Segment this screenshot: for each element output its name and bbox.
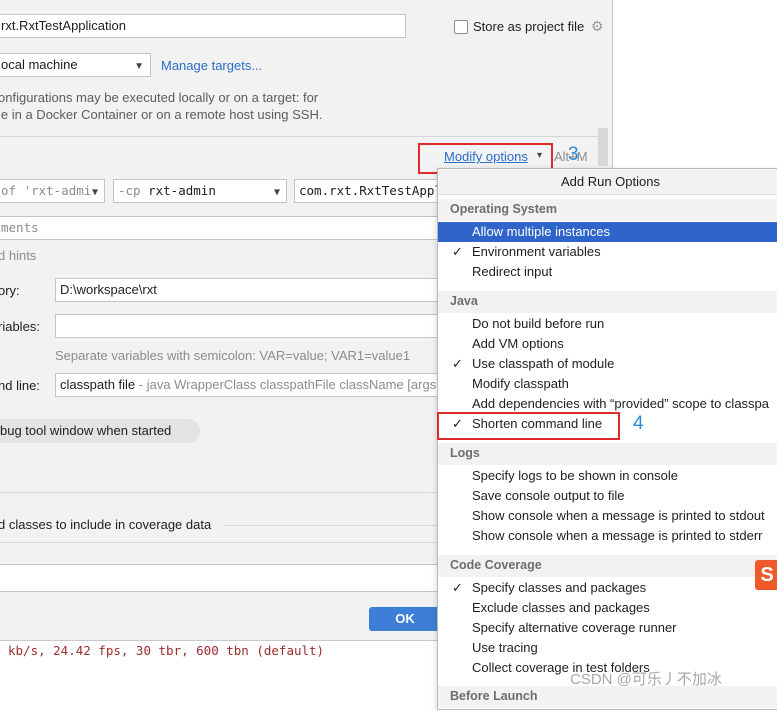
menu-item-label: Save console output to file [472, 488, 625, 503]
menu-item-label: Allow multiple instances [472, 224, 611, 239]
menu-item-label: Show console when a message is printed t… [472, 528, 763, 543]
store-as-project-file-label: Store as project file [473, 19, 585, 34]
shorten-command-line-select[interactable]: classpath file - java WrapperClass class… [55, 373, 441, 397]
menu-item-alternative-runner[interactable]: Specify alternative coverage runner [438, 618, 777, 638]
menu-item-show-console-stderr[interactable]: Show console when a message is printed t… [438, 526, 777, 546]
annotation-number-3: 3 [568, 144, 579, 165]
checkmark-icon: ✓ [452, 580, 463, 595]
cp-flag: -cp [118, 183, 141, 198]
menu-item-label: Specify classes and packages [472, 580, 647, 595]
run-on-value: ocal machine [1, 57, 78, 72]
name-input[interactable]: rxt.RxtTestApplication [0, 14, 406, 38]
program-arguments-placeholder: ments [1, 220, 39, 235]
environment-variables-input[interactable] [55, 314, 441, 338]
menu-item-label: Redirect input [472, 264, 553, 279]
menu-item-modify-classpath[interactable]: Modify classpath [438, 374, 777, 394]
section-title: Before Launch [450, 689, 538, 703]
debug-tool-window-chip[interactable]: bug tool window when started [0, 419, 200, 443]
menu-item-redirect-input[interactable]: Redirect input [438, 262, 777, 282]
module-classpath-select[interactable]: -cp rxt-admin ▼ [113, 179, 287, 203]
scrollbar-thumb[interactable] [598, 128, 608, 166]
divider [0, 492, 445, 493]
menu-item-environment-variables[interactable]: ✓ Environment variables [438, 242, 777, 262]
menu-item-label: Add VM options [472, 336, 564, 351]
module-value: rxt-admin [148, 183, 216, 198]
info-text-line-1: onfigurations may be executed locally or… [0, 90, 319, 105]
working-directory-value: D:\workspace\rxt [60, 282, 157, 297]
section-operating-system: Operating System [438, 199, 777, 221]
name-value: rxt.RxtTestApplication [1, 18, 126, 33]
section-java: Java [438, 291, 777, 313]
section-title: Code Coverage [450, 558, 542, 572]
chevron-down-icon: ▼ [134, 61, 144, 72]
checkmark-icon: ✓ [452, 356, 463, 371]
menu-item-label: Show console when a message is printed t… [472, 508, 765, 523]
menu-item-label: Use tracing [472, 640, 538, 655]
section-title: Logs [450, 446, 480, 460]
section-title: Java [450, 294, 478, 308]
manage-targets-link[interactable]: Manage targets... [161, 58, 262, 73]
menu-item-add-vm-options[interactable]: Add VM options [438, 334, 777, 354]
ok-button-label: OK [395, 611, 415, 626]
shorten-command-line-hint: - java WrapperClass classpathFile classN… [135, 377, 437, 392]
working-directory-label: ory: [0, 283, 20, 298]
menu-item-label: Exclude classes and packages [472, 600, 650, 615]
divider [0, 542, 445, 543]
debug-tool-window-label: bug tool window when started [0, 423, 172, 438]
menu-item-allow-multiple-instances[interactable]: Allow multiple instances [438, 222, 777, 242]
store-as-project-file-checkbox[interactable] [454, 20, 468, 34]
run-on-select[interactable]: ocal machine ▼ [0, 53, 151, 77]
menu-item-save-console-output[interactable]: Save console output to file [438, 486, 777, 506]
jdk-value: of 'rxt-admi [1, 183, 92, 198]
divider [0, 136, 600, 137]
shorten-command-line-value: classpath file [60, 377, 136, 392]
badge-letter: S [760, 564, 774, 586]
chevron-down-icon: ▼ [273, 187, 280, 198]
menu-item-label: Modify classpath [472, 376, 569, 391]
gear-icon[interactable]: ⚙ [591, 19, 605, 33]
annotation-box-shorten-command-line [437, 412, 620, 440]
menu-item-specify-logs[interactable]: Specify logs to be shown in console [438, 466, 777, 486]
menu-item-use-tracing[interactable]: Use tracing [438, 638, 777, 658]
menu-item-label: Do not build before run [472, 316, 605, 331]
section-before-launch: Before Launch [438, 686, 777, 708]
coverage-classes-label: d classes to include in coverage data [0, 517, 212, 532]
working-directory-input[interactable]: D:\workspace\rxt [55, 278, 441, 302]
watermark: CSDN @可乐丿不加冰 [570, 671, 722, 688]
section-code-coverage: Code Coverage [438, 555, 777, 577]
divider [225, 525, 440, 526]
section-logs: Logs [438, 443, 777, 465]
jdk-select[interactable]: of 'rxt-admi ▼ [0, 179, 105, 203]
info-text-line-2: le in a Docker Container or on a remote … [0, 107, 323, 122]
before-launch-list[interactable] [0, 564, 441, 592]
popup-title: Add Run Options [438, 169, 777, 195]
shorten-command-line-label: nd line: [0, 378, 40, 393]
section-title: Operating System [450, 202, 557, 216]
console-output-line: kb/s, 24.42 fps, 30 tbr, 600 tbn (defaul… [8, 643, 325, 658]
menu-item-do-not-build[interactable]: Do not build before run [438, 314, 777, 334]
environment-variables-hint: Separate variables with semicolon: VAR=v… [55, 348, 411, 363]
main-class-input[interactable]: com.rxt.RxtTestAppli [294, 179, 444, 203]
menu-item-label: Specify alternative coverage runner [472, 620, 677, 635]
chevron-down-icon: ▼ [91, 187, 98, 198]
environment-variables-label: riables: [0, 319, 40, 334]
menu-item-label: Add dependencies with “provided” scope t… [472, 396, 770, 411]
logo-badge: S [755, 560, 777, 590]
annotation-number-4: 4 [633, 413, 644, 434]
hints-label: d hints [0, 248, 37, 263]
menu-item-label: Specify logs to be shown in console [472, 468, 678, 483]
main-class-value: com.rxt.RxtTestAppli [299, 183, 444, 198]
menu-item-exclude-classes[interactable]: Exclude classes and packages [438, 598, 777, 618]
ok-button[interactable]: OK [369, 607, 441, 631]
menu-item-use-classpath-of-module[interactable]: ✓ Use classpath of module [438, 354, 777, 374]
checkmark-icon: ✓ [452, 244, 463, 259]
menu-item-specify-classes[interactable]: ✓ Specify classes and packages [438, 578, 777, 598]
menu-item-label: Use classpath of module [472, 356, 615, 371]
menu-item-label: Environment variables [472, 244, 601, 259]
menu-item-show-console-stdout[interactable]: Show console when a message is printed t… [438, 506, 777, 526]
program-arguments-input[interactable]: ments [0, 216, 441, 240]
menu-item-add-provided-dependencies[interactable]: Add dependencies with “provided” scope t… [438, 394, 777, 414]
